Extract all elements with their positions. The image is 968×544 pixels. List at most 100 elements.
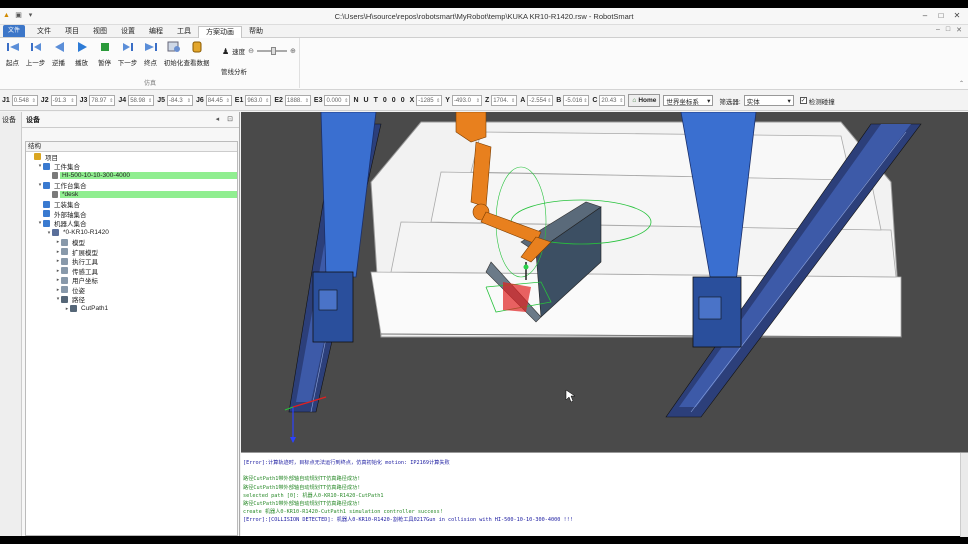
filter-select[interactable]: 实体 ▾ <box>743 95 794 106</box>
app-menu-button[interactable]: 文件 <box>3 25 25 37</box>
project-icon <box>34 153 41 161</box>
robot-icon <box>52 229 59 237</box>
sim-button-label: 查看数据 <box>183 60 210 67</box>
tree-node[interactable]: 项目 <box>26 152 237 162</box>
tree-node[interactable]: ▾ 工作台集合 <box>26 181 237 190</box>
panel-buttons: ◂ ⊡ <box>216 115 233 123</box>
tree-node[interactable]: ▸ 执行工具 <box>26 257 237 267</box>
cartesian-value-input[interactable]: 20.43 ⇕ <box>599 95 626 106</box>
joint-value-input[interactable]: -84.3 ⇕ <box>166 95 193 106</box>
spinner-icon[interactable]: ⇕ <box>476 97 480 105</box>
menu-item-7[interactable]: 帮助 <box>242 26 270 38</box>
menu-item-3[interactable]: 设置 <box>114 26 142 38</box>
tree-node[interactable]: ▾ 路径 <box>26 295 237 304</box>
menu-item-0[interactable]: 文件 <box>30 26 58 38</box>
ribbon-minimize-button[interactable]: – <box>936 26 940 34</box>
menu-item-1[interactable]: 项目 <box>58 26 86 38</box>
sim-button-label: 下一步 <box>117 60 138 67</box>
3d-viewport[interactable] <box>241 112 968 452</box>
log-scrollbar[interactable] <box>960 453 968 537</box>
joint-value-input[interactable]: 1888. ⇕ <box>284 95 311 106</box>
tree-node[interactable]: ▸ 位姿 <box>26 285 237 295</box>
panel-close-icon[interactable]: ⊡ <box>227 115 233 123</box>
tree-node[interactable]: HI-500-10-10-300-4000 <box>26 171 237 181</box>
speed-slider-thumb[interactable] <box>271 47 277 55</box>
joint-value: -91.3 <box>52 97 67 104</box>
joint-value-input[interactable]: 84.45 ⇕ <box>205 95 232 106</box>
spinner-icon[interactable]: ⇕ <box>265 97 269 105</box>
tree-node[interactable]: 外部轴集合 <box>26 209 237 219</box>
tree-node[interactable]: ▸ 用户坐标 <box>26 276 237 285</box>
sim-button-8[interactable]: 查看数据 <box>183 40 210 67</box>
sim-button-0[interactable]: 起点 <box>1 40 24 67</box>
joint-value-input[interactable]: 58.98 ⇕ <box>128 95 155 106</box>
tree-node[interactable]: ▸ 扩展模型 <box>26 247 237 257</box>
cartesian-value: -493.0 <box>453 97 471 104</box>
cartesian-value-input[interactable]: -493.0 ⇕ <box>451 95 482 106</box>
collision-checkbox[interactable]: ✓ 检测碰撞 <box>799 96 835 106</box>
spinner-icon[interactable]: ⇕ <box>344 97 348 105</box>
sim-button-3[interactable]: 播放 <box>70 40 93 67</box>
cartesian-value-input[interactable]: -1285 ⇕ <box>416 95 443 106</box>
menu-item-5[interactable]: 工具 <box>170 26 198 38</box>
spinner-icon[interactable]: ⇕ <box>511 97 515 105</box>
pin-icon[interactable]: ◂ <box>216 115 220 123</box>
joint-value: 78.97 <box>91 97 107 104</box>
sim-button-4[interactable]: 暂停 <box>93 40 116 67</box>
spinner-icon[interactable]: ⇕ <box>436 97 440 105</box>
speed-slider[interactable] <box>257 47 288 55</box>
side-tab-devices[interactable]: 设备 <box>0 112 21 128</box>
spinner-icon[interactable]: ⇕ <box>148 97 152 105</box>
log-line: create 机器人0-KR10-R1420-CutPath1 simulati… <box>243 509 443 516</box>
tree-node-label: 执行工具 <box>72 259 98 267</box>
tree-node[interactable]: ▾ 机器人集合 <box>26 219 237 228</box>
spinner-icon[interactable]: ⇕ <box>547 97 551 105</box>
maximize-button[interactable]: □ <box>934 10 948 21</box>
joint-value-input[interactable]: 78.97 ⇕ <box>89 95 116 106</box>
home-button[interactable]: ⌂ Home <box>628 94 661 107</box>
minimize-button[interactable]: – <box>918 10 932 21</box>
sim-button-6[interactable]: 终点 <box>139 40 162 67</box>
spinner-icon[interactable]: ⇕ <box>32 97 36 105</box>
tree-node[interactable]: ▸ CutPath1 <box>26 304 237 314</box>
joint-value-input[interactable]: 963.0 ⇕ <box>245 95 272 106</box>
sim-button-7[interactable]: 初始化 <box>162 40 185 67</box>
tree-node[interactable]: ▸ 模型 <box>26 238 237 247</box>
menu-item-4[interactable]: 编程 <box>142 26 170 38</box>
joint-value-input[interactable]: 0.000 ⇕ <box>324 95 351 106</box>
coordinate-system-select[interactable]: 世界坐标系 ▾ <box>663 95 714 106</box>
spinner-icon[interactable]: ⇕ <box>70 97 74 105</box>
joint-value-input[interactable]: -91.3 ⇕ <box>50 95 77 106</box>
ribbon-restore-button[interactable]: □ <box>946 26 950 34</box>
spinner-icon[interactable]: ⇕ <box>109 97 113 105</box>
sim-button-2[interactable]: 逆播 <box>47 40 70 67</box>
spinner-icon[interactable]: ⇕ <box>583 97 587 105</box>
log-line: [Error]:计算轨迹时，目标点无法运行到终点，仿真初始化 motion: I… <box>243 460 450 466</box>
menu-item-6[interactable]: 方案动画 <box>198 26 242 38</box>
spinner-icon[interactable]: ⇕ <box>187 97 191 105</box>
close-button[interactable]: ✕ <box>950 10 964 21</box>
sim-button-1[interactable]: 上一步 <box>24 40 47 67</box>
tree-node[interactable]: *desk <box>26 190 237 200</box>
tree-node-label: 传感工具 <box>72 268 98 276</box>
speed-increase-button[interactable]: ⊕ <box>290 47 296 55</box>
cartesian-value-input[interactable]: -5.016 ⇕ <box>563 95 590 106</box>
tree-node[interactable]: ▾ *0-KR10-R1420 <box>26 228 237 238</box>
speed-decrease-button[interactable]: ⊖ <box>248 47 254 55</box>
tree-node[interactable]: 工装集合 <box>26 200 237 209</box>
menu-item-2[interactable]: 视图 <box>86 26 114 38</box>
tree-node[interactable]: ▾ 工件集合 <box>26 162 237 171</box>
spinner-icon[interactable]: ⇕ <box>305 97 309 105</box>
ribbon-collapse-icon[interactable]: ⌃ <box>959 80 964 87</box>
cartesian-value-input[interactable]: 1704. ⇕ <box>491 95 518 106</box>
spinner-icon[interactable]: ⇕ <box>226 97 230 105</box>
tree-node[interactable]: ▸ 传感工具 <box>26 266 237 276</box>
cartesian-label: C <box>592 97 598 104</box>
sim-button-5[interactable]: 下一步 <box>116 40 139 67</box>
tree-header: 结构 <box>26 142 237 152</box>
ribbon-close-button[interactable]: ✕ <box>956 26 962 34</box>
joint-value-input[interactable]: 0.548 ⇕ <box>11 95 38 106</box>
trajectory-analysis-button[interactable]: 管线分析 <box>221 66 247 76</box>
cartesian-value-input[interactable]: -2.554 ⇕ <box>527 95 554 106</box>
spinner-icon[interactable]: ⇕ <box>619 97 623 105</box>
